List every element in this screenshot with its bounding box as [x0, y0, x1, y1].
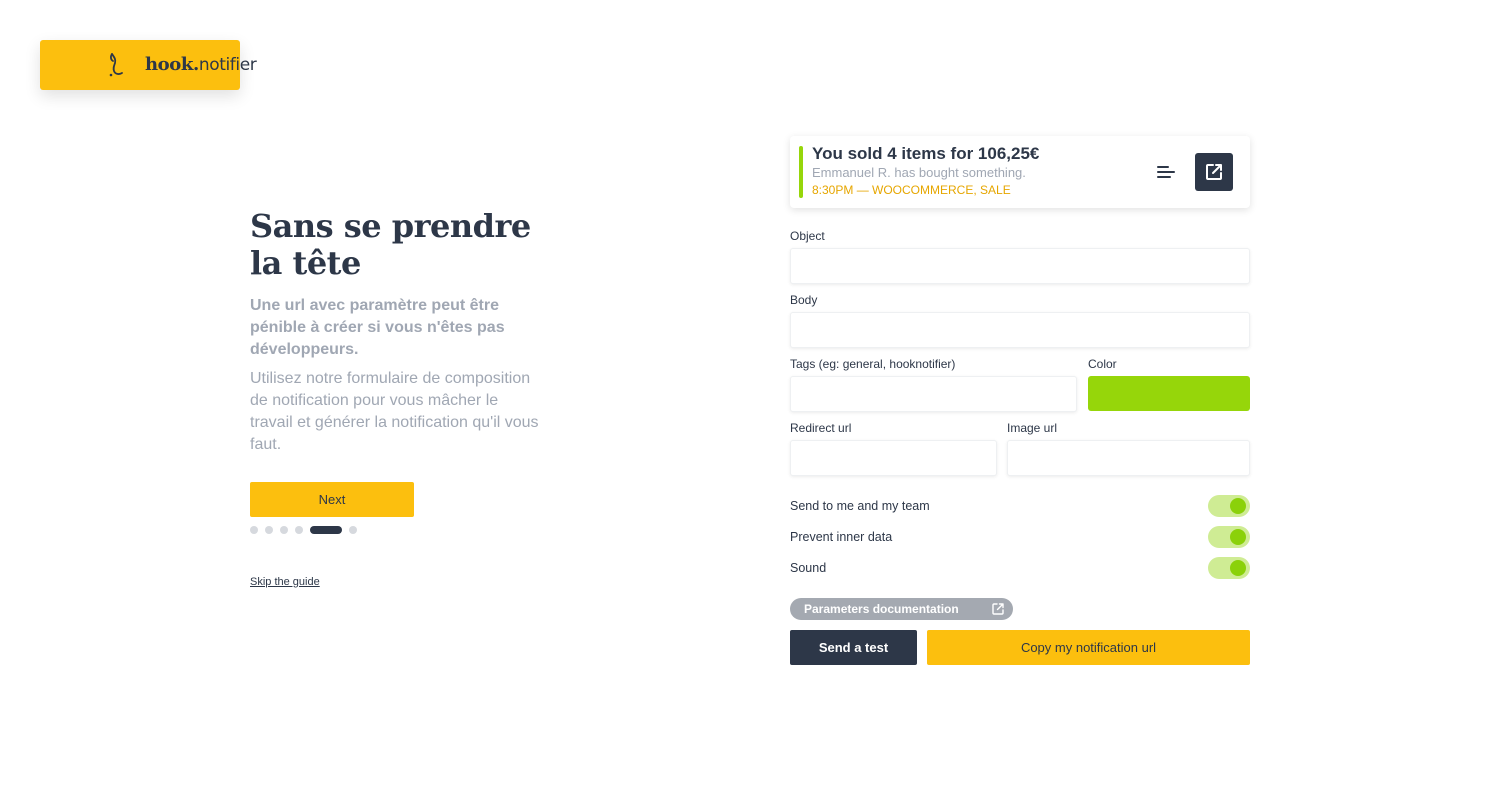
object-label: Object: [790, 229, 825, 243]
next-button[interactable]: Next: [250, 482, 414, 517]
notification-subtitle: Emmanuel R. has bought something.: [812, 165, 1026, 180]
external-link-icon: [992, 603, 1004, 615]
step-dot-active[interactable]: [310, 526, 342, 534]
body-input[interactable]: [790, 312, 1250, 348]
open-notification-button[interactable]: [1195, 153, 1233, 191]
color-picker[interactable]: [1088, 376, 1250, 411]
step-dot[interactable]: [295, 526, 303, 534]
page-title: Sans se prendre la tête: [250, 207, 531, 282]
image-url-label: Image url: [1007, 421, 1058, 435]
color-label: Color: [1088, 357, 1117, 371]
toggle-label: Prevent inner data: [790, 530, 893, 544]
copy-notification-url-button[interactable]: Copy my notification url: [927, 630, 1250, 665]
step-dot[interactable]: [349, 526, 357, 534]
toggle-prevent-inner-row: Prevent inner data: [790, 526, 1250, 548]
step-indicator: [250, 526, 364, 534]
redirect-url-input[interactable]: [790, 440, 997, 476]
toggle-knob: [1230, 560, 1246, 576]
object-input[interactable]: [790, 248, 1250, 284]
prevent-inner-data-toggle[interactable]: [1208, 526, 1250, 548]
menu-lines-icon[interactable]: [1156, 163, 1176, 181]
notification-preview: You sold 4 items for 106,25€ Emmanuel R.…: [790, 136, 1250, 208]
external-link-icon: [1206, 164, 1222, 180]
notification-meta: 8:30PM — WOOCOMMERCE, SALE: [812, 183, 1011, 197]
send-test-button[interactable]: Send a test: [790, 630, 917, 665]
redirect-url-label: Redirect url: [790, 421, 852, 435]
step-dot[interactable]: [280, 526, 288, 534]
skip-guide-link[interactable]: Skip the guide: [250, 576, 320, 588]
toggle-send-team-row: Send to me and my team: [790, 495, 1250, 517]
intro-description: Utilisez notre formulaire de composition…: [250, 370, 539, 453]
toggle-label: Sound: [790, 561, 827, 575]
tags-input[interactable]: [790, 376, 1077, 412]
step-dot[interactable]: [265, 526, 273, 534]
sound-toggle[interactable]: [1208, 557, 1250, 579]
logo[interactable]: hook.notifier: [40, 40, 257, 90]
hook-icon: [109, 53, 123, 77]
intro-lead: Une url avec paramètre peut être pénible…: [250, 297, 505, 358]
image-url-input[interactable]: [1007, 440, 1250, 476]
parameters-documentation-link[interactable]: Parameters documentation: [790, 598, 1013, 620]
notification-title: You sold 4 items for 106,25€: [812, 144, 1040, 163]
brand-name: hook.notifier: [145, 54, 257, 75]
send-team-toggle[interactable]: [1208, 495, 1250, 517]
body-label: Body: [790, 293, 818, 307]
notification-accent-bar: [799, 146, 803, 198]
step-dot[interactable]: [250, 526, 258, 534]
tags-label: Tags (eg: general, hooknotifier): [790, 357, 956, 371]
toggle-label: Send to me and my team: [790, 499, 930, 513]
intro-section: Sans se prendre la tête Une url avec par…: [250, 208, 550, 456]
toggle-sound-row: Sound: [790, 557, 1250, 579]
toggle-knob: [1230, 498, 1246, 514]
toggle-knob: [1230, 529, 1246, 545]
